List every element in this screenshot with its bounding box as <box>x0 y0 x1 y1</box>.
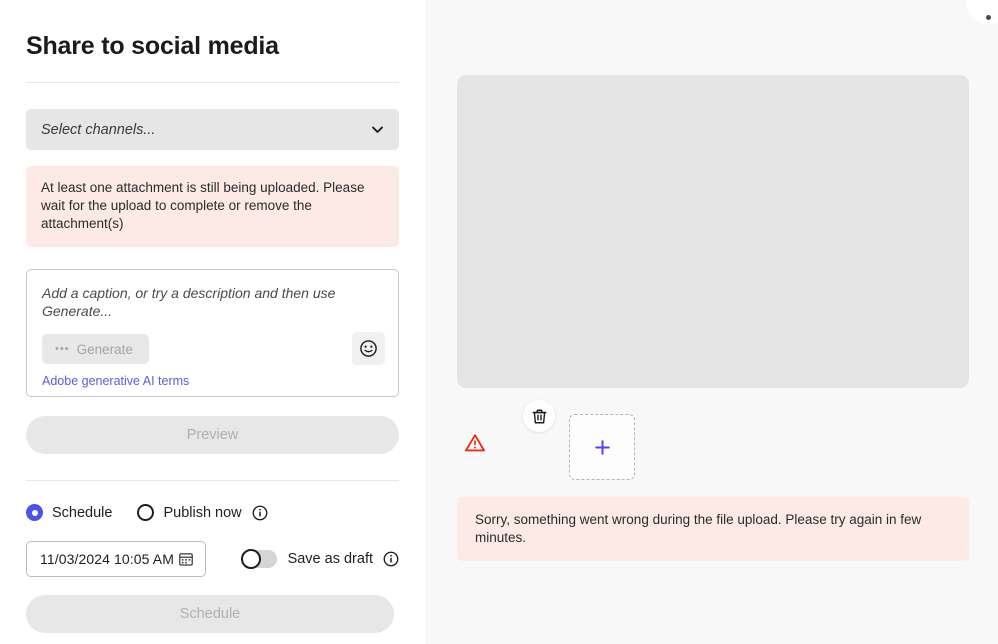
radio-schedule-label: Schedule <box>52 504 113 521</box>
publish-mode-radio-group: Schedule Publish now <box>26 504 399 521</box>
smiley-face-icon <box>360 340 377 357</box>
share-to-social-media-dialog: Share to social media Select channels...… <box>0 0 998 644</box>
media-preview-placeholder <box>457 75 969 388</box>
title-divider <box>26 82 399 83</box>
info-circle-icon[interactable] <box>252 505 268 521</box>
save-as-draft-row: Save as draft <box>240 549 399 569</box>
chevron-down-icon <box>372 126 383 133</box>
radio-publish-now[interactable]: Publish now <box>137 504 242 521</box>
section-divider <box>26 480 399 481</box>
save-as-draft-toggle[interactable] <box>240 549 277 569</box>
schedule-datetime-field[interactable]: 11/03/2024 10:05 AM <box>26 541 206 577</box>
radio-schedule-indicator <box>26 504 43 521</box>
schedule-datetime-row: 11/03/2024 10:05 AM Save as draft <box>26 541 399 577</box>
warning-triangle-icon <box>465 434 485 452</box>
preview-button[interactable]: Preview <box>26 416 399 454</box>
trash-icon <box>532 409 546 423</box>
generate-row: ••• Generate <box>42 334 149 364</box>
share-form-panel: Share to social media Select channels...… <box>0 0 425 644</box>
caption-editor[interactable]: Add a caption, or try a description and … <box>26 269 399 397</box>
select-channels-placeholder: Select channels... <box>41 121 156 138</box>
avatar[interactable] <box>966 0 998 24</box>
upload-error-banner: Sorry, something went wrong during the f… <box>457 497 969 561</box>
adobe-generative-ai-terms-link[interactable]: Adobe generative AI terms <box>42 374 189 388</box>
add-attachment-tile[interactable] <box>569 414 635 480</box>
caption-placeholder: Add a caption, or try a description and … <box>42 285 336 319</box>
info-circle-icon-draft[interactable] <box>383 551 399 567</box>
page-title: Share to social media <box>26 32 279 60</box>
plus-icon <box>594 439 610 455</box>
save-as-draft-label: Save as draft <box>287 551 373 567</box>
generate-button-label: Generate <box>76 341 133 357</box>
radio-publish-now-indicator <box>137 504 155 521</box>
upload-error-text: Sorry, something went wrong during the f… <box>475 512 922 545</box>
upload-warning-text: At least one attachment is still being u… <box>41 180 365 231</box>
emoji-picker-button[interactable] <box>352 332 385 365</box>
radio-schedule[interactable]: Schedule <box>26 504 112 521</box>
toggle-knob <box>240 549 261 569</box>
radio-publish-now-label: Publish now <box>163 504 242 521</box>
media-preview-panel: Sorry, something went wrong during the f… <box>425 0 998 644</box>
select-channels-dropdown[interactable]: Select channels... <box>26 109 399 150</box>
attachment-error-indicator <box>460 428 490 458</box>
sparkle-dots-icon: ••• <box>55 342 70 355</box>
schedule-datetime-value: 11/03/2024 10:05 AM <box>40 551 174 567</box>
calendar-icon[interactable] <box>178 551 194 567</box>
upload-warning-banner: At least one attachment is still being u… <box>26 166 399 247</box>
generate-button[interactable]: ••• Generate <box>42 334 149 364</box>
schedule-submit-button[interactable]: Schedule <box>26 595 394 633</box>
delete-attachment-button[interactable] <box>523 400 555 432</box>
avatar-dot <box>985 15 991 20</box>
